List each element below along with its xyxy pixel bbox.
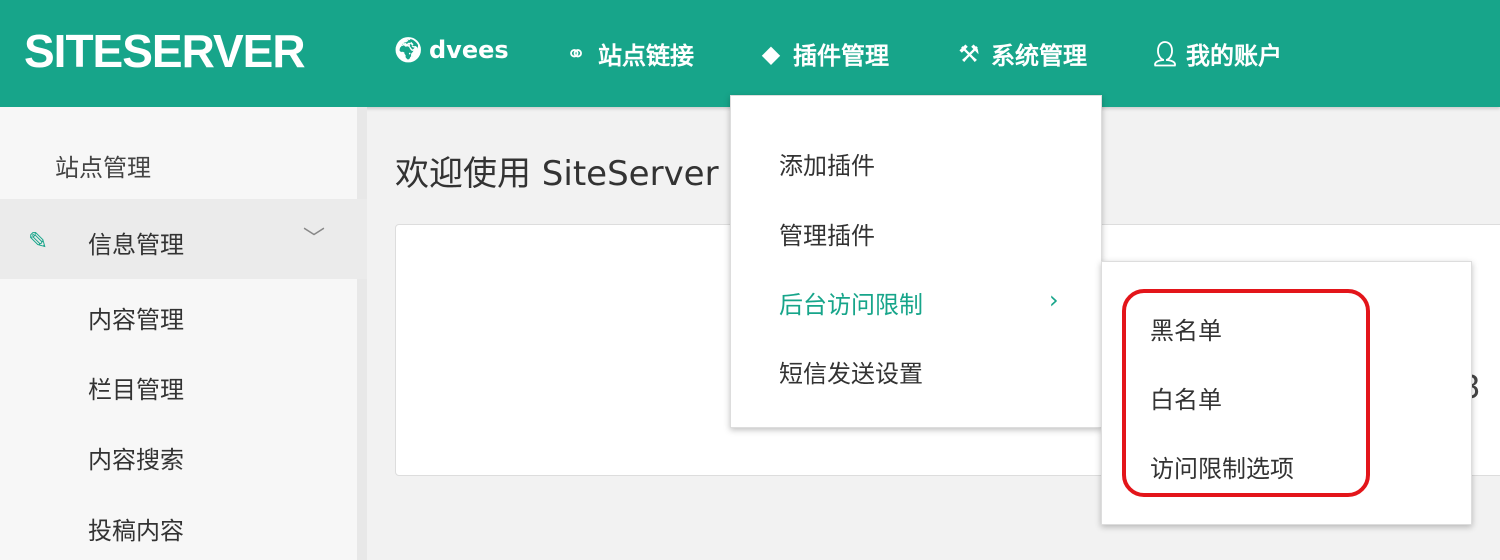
plugin-dropdown-menu: 添加插件 管理插件 后台访问限制 › 短信发送设置 <box>730 95 1102 428</box>
sidebar-item[interactable]: 内容管理 <box>88 300 184 335</box>
sidebar-heading: 站点管理 <box>55 154 151 182</box>
tools-icon: ⚒ <box>958 39 980 68</box>
chevron-down-icon: ﹀ <box>303 227 326 252</box>
globe-icon: 🌍︎ <box>393 36 424 64</box>
sidebar-group-info[interactable]: ✎ 信息管理 ﹀ <box>0 199 367 279</box>
nav-plugins[interactable]: ◆ 插件管理 <box>757 36 889 71</box>
submenu-item-access-options[interactable]: 访问限制选项 <box>1150 449 1294 484</box>
menu-item-sms-settings[interactable]: 短信发送设置 <box>779 354 923 389</box>
sidebar-item[interactable]: 投稿内容 <box>88 511 184 546</box>
menu-item-access-restriction[interactable]: 后台访问限制 <box>779 285 923 320</box>
chevron-right-icon: › <box>1049 286 1059 314</box>
user-icon: 👤︎ <box>1150 39 1181 68</box>
menu-item-manage-plugins[interactable]: 管理插件 <box>779 216 875 251</box>
top-navbar: SITESERVER 🌍︎ dvees ⚭ 站点链接 ◆ 插件管理 ⚒ 系统管理 👤︎ 我… <box>0 0 1500 107</box>
link-icon: ⚭ <box>565 39 587 68</box>
logo[interactable]: SITESERVER <box>24 24 306 78</box>
submenu-item-whitelist[interactable]: 白名单 <box>1150 380 1222 415</box>
sidebar-item[interactable]: 内容搜索 <box>88 440 184 475</box>
page-title: 欢迎使用 SiteServer <box>395 154 719 194</box>
sidebar-scrollbar[interactable] <box>357 107 367 560</box>
nav-account[interactable]: 👤︎ 我的账户 <box>1150 36 1282 71</box>
submenu-item-blacklist[interactable]: 黑名单 <box>1150 311 1222 346</box>
nav-system[interactable]: ⚒ 系统管理 <box>955 36 1087 71</box>
sidebar-item[interactable]: 栏目管理 <box>88 370 184 405</box>
nav-site-links[interactable]: ⚭ 站点链接 <box>562 36 694 71</box>
menu-item-add-plugin[interactable]: 添加插件 <box>779 146 875 181</box>
nav-site[interactable]: 🌍︎ dvees <box>393 36 509 64</box>
edit-icon: ✎ <box>28 227 49 255</box>
cube-icon: ◆ <box>761 39 781 68</box>
